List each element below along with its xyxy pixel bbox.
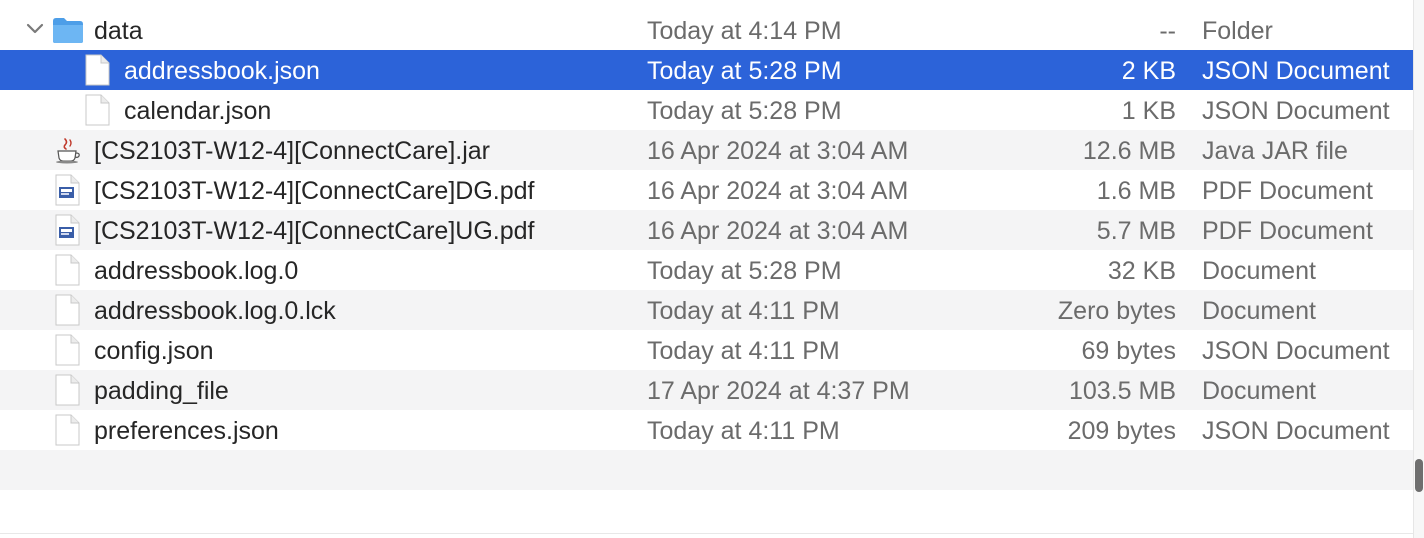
document-icon [55, 294, 80, 326]
file-name: [CS2103T-W12-4][ConnectCare]DG.pdf [94, 177, 535, 205]
file-name: data [94, 17, 143, 45]
file-size: Zero bytes [1057, 297, 1176, 325]
document-icon [55, 414, 80, 446]
file-kind: JSON Document [1202, 417, 1390, 445]
file-name: [CS2103T-W12-4][ConnectCare].jar [94, 137, 491, 165]
file-row-connectcare-dg-pdf[interactable]: [CS2103T-W12-4][ConnectCare]DG.pdf 16 Ap… [0, 170, 1414, 210]
file-row-calendar-json[interactable]: calendar.json Today at 5:28 PM 1 KB JSON… [0, 90, 1414, 130]
file-kind: JSON Document [1202, 97, 1390, 125]
file-row-addressbook-json[interactable]: addressbook.json Today at 5:28 PM 2 KB J… [0, 50, 1414, 90]
document-icon [55, 334, 80, 366]
date-modified: Today at 5:28 PM [647, 257, 842, 285]
pdf-document-icon [55, 214, 80, 246]
file-kind: Document [1202, 257, 1316, 285]
document-icon [55, 374, 80, 406]
file-kind: PDF Document [1202, 217, 1373, 245]
file-row-config-json[interactable]: config.json Today at 4:11 PM 69 bytes JS… [0, 330, 1414, 370]
file-size: 209 bytes [1067, 417, 1176, 445]
file-row-addressbook-log-lck[interactable]: addressbook.log.0.lck Today at 4:11 PM Z… [0, 290, 1414, 330]
file-name: addressbook.log.0.lck [94, 297, 336, 325]
date-modified: Today at 5:28 PM [647, 57, 842, 85]
date-modified: Today at 5:28 PM [647, 97, 842, 125]
file-size: 32 KB [1107, 257, 1176, 285]
vertical-scrollbar[interactable] [1413, 0, 1424, 538]
file-name: addressbook.json [124, 57, 320, 85]
date-modified: 17 Apr 2024 at 4:37 PM [647, 377, 910, 405]
file-size: 2 KB [1121, 57, 1176, 85]
file-kind: Document [1202, 377, 1316, 405]
file-kind: Document [1202, 297, 1316, 325]
file-size: 103.5 MB [1068, 377, 1176, 405]
file-size: -- [1159, 17, 1176, 45]
file-name: addressbook.log.0 [94, 257, 299, 285]
empty-row [0, 450, 1414, 490]
date-modified: 16 Apr 2024 at 3:04 AM [647, 137, 909, 165]
file-row-padding-file[interactable]: padding_file 17 Apr 2024 at 4:37 PM 103.… [0, 370, 1414, 410]
file-size: 69 bytes [1081, 337, 1176, 365]
empty-row [0, 490, 1414, 530]
file-kind: JSON Document [1202, 337, 1390, 365]
date-modified: Today at 4:14 PM [647, 17, 842, 45]
file-size: 5.7 MB [1096, 217, 1176, 245]
file-name: calendar.json [124, 97, 272, 125]
pdf-document-icon [55, 174, 80, 206]
file-row-connectcare-ug-pdf[interactable]: [CS2103T-W12-4][ConnectCare]UG.pdf 16 Ap… [0, 210, 1414, 250]
file-size: 1.6 MB [1096, 177, 1176, 205]
file-size: 1 KB [1121, 97, 1176, 125]
file-name: config.json [94, 337, 214, 365]
file-kind: Folder [1202, 17, 1273, 45]
file-row-connectcare-jar[interactable]: [CS2103T-W12-4][ConnectCare].jar 16 Apr … [0, 130, 1414, 170]
file-list: data Today at 4:14 PM -- Folder addressb… [0, 10, 1414, 530]
file-row-data-folder[interactable]: data Today at 4:14 PM -- Folder [0, 10, 1414, 50]
file-kind: JSON Document [1202, 57, 1390, 85]
folder-icon [53, 18, 83, 43]
divider [0, 533, 1414, 534]
scrollbar-thumb[interactable] [1415, 459, 1423, 492]
java-jar-icon [56, 138, 80, 164]
file-size: 12.6 MB [1082, 137, 1176, 165]
date-modified: 16 Apr 2024 at 3:04 AM [647, 217, 909, 245]
date-modified: Today at 4:11 PM [647, 297, 840, 325]
file-name: preferences.json [94, 417, 279, 445]
date-modified: 16 Apr 2024 at 3:04 AM [647, 177, 909, 205]
date-modified: Today at 4:11 PM [647, 337, 840, 365]
document-icon [55, 254, 80, 286]
file-kind: Java JAR file [1202, 137, 1348, 165]
file-kind: PDF Document [1202, 177, 1373, 205]
document-icon [85, 54, 110, 86]
file-name: [CS2103T-W12-4][ConnectCare]UG.pdf [94, 217, 535, 245]
file-row-preferences-json[interactable]: preferences.json Today at 4:11 PM 209 by… [0, 410, 1414, 450]
document-icon [85, 94, 110, 126]
chevron-down-icon[interactable] [26, 22, 44, 36]
date-modified: Today at 4:11 PM [647, 417, 840, 445]
file-row-addressbook-log[interactable]: addressbook.log.0 Today at 5:28 PM 32 KB… [0, 250, 1414, 290]
file-name: padding_file [94, 377, 229, 405]
